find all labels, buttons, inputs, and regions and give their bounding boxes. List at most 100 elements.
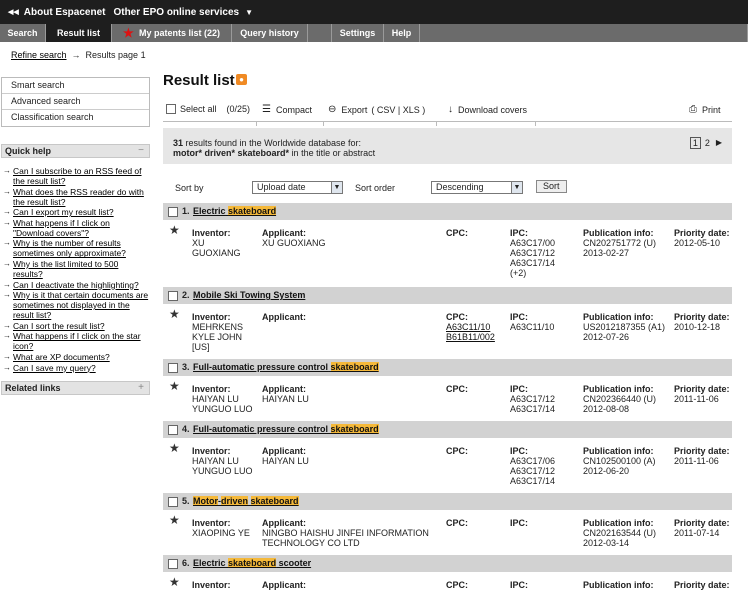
help-link[interactable]: Can I export my result list? (13, 207, 114, 217)
result-title[interactable]: Motor - driven skateboard (193, 496, 299, 506)
other-services-menu[interactable]: Other EPO online services ▼ (113, 7, 253, 18)
cpc-value[interactable]: A63C11/10 (446, 322, 495, 332)
result-title-part[interactable]: Electric (193, 206, 226, 216)
result-title-part[interactable]: skateboard (330, 424, 379, 434)
select-all-label: Select all (180, 104, 217, 114)
advanced-search-link[interactable]: Advanced search (2, 94, 149, 110)
pub-label: Publication info: (583, 228, 654, 238)
tab-result-list[interactable]: Result list (46, 24, 112, 42)
star-icon[interactable]: ★ (169, 308, 180, 320)
inventor-label: Inventor: (192, 580, 231, 590)
result-title[interactable]: Full-automatic pressure control skateboa… (193, 424, 379, 434)
sort-order-select[interactable]: Descending ▼ (431, 181, 523, 194)
download-covers-button[interactable]: ↓ Download covers (448, 104, 527, 115)
result-title-part[interactable]: Mobile Ski Towing System (193, 290, 305, 300)
pagination: 1 2 ▶ (689, 137, 722, 149)
smart-search-link[interactable]: Smart search (2, 78, 149, 94)
result-title-part[interactable]: Full-automatic pressure control (193, 362, 328, 372)
tab-query-history[interactable]: Query history (232, 24, 308, 42)
help-link[interactable]: Why is the list limited to 500 results? (13, 259, 118, 279)
tab-settings[interactable]: Settings (332, 24, 384, 42)
help-item: → Can I deactivate the highlighting? (3, 280, 149, 290)
result-number: 6. (182, 558, 190, 568)
result-checkbox[interactable] (168, 291, 178, 301)
cpc-label: CPC: (446, 446, 468, 456)
help-link[interactable]: Can I subscribe to an RSS feed of the re… (13, 166, 142, 186)
page-link[interactable]: 2 (705, 138, 710, 148)
help-link[interactable]: Can I save my query? (13, 363, 96, 373)
applicant-label: Applicant: (262, 518, 306, 528)
rss-icon[interactable]: ● (236, 74, 247, 85)
tab-search[interactable]: Search (0, 24, 46, 42)
applicant-label: Applicant: (262, 312, 306, 322)
result-checkbox[interactable] (168, 363, 178, 373)
ipc-label: IPC: (510, 446, 528, 456)
query-suffix: in the title or abstract (291, 148, 376, 158)
result-title-part[interactable]: skateboard (250, 496, 299, 506)
result-title-part[interactable]: Electric (193, 558, 226, 568)
expand-icon[interactable]: + (138, 382, 144, 394)
result-title-part[interactable]: Full-automatic pressure control (193, 424, 328, 434)
result-title[interactable]: Mobile Ski Towing System (193, 290, 305, 300)
result-title[interactable]: Full-automatic pressure control skateboa… (193, 362, 379, 372)
result-checkbox[interactable] (168, 497, 178, 507)
select-all-checkbox[interactable] (166, 104, 176, 114)
sort-by-label: Sort by (175, 183, 204, 193)
star-icon: ★ (123, 26, 134, 40)
select-all-control[interactable]: Select all (0/25) (166, 104, 250, 114)
result-title[interactable]: Electric skateboard scooter (193, 558, 311, 568)
result-title-part[interactable]: skateboard (330, 362, 379, 372)
star-icon[interactable]: ★ (169, 514, 180, 526)
quick-help-header[interactable]: Quick help − (1, 144, 150, 158)
star-icon[interactable]: ★ (169, 442, 180, 454)
result-title-part[interactable]: skateboard (228, 558, 277, 568)
print-button[interactable]: ⎙ Print (689, 104, 721, 115)
export-button[interactable]: ⊖ Export ( CSV | XLS ) (328, 104, 425, 115)
result-number: 4. (182, 424, 190, 434)
result-checkbox[interactable] (168, 207, 178, 217)
export-formats[interactable]: ( CSV | XLS ) (371, 105, 425, 115)
result-title-part[interactable]: skateboard (228, 206, 277, 216)
tab-help[interactable]: Help (384, 24, 420, 42)
applicant-label: Applicant: (262, 228, 306, 238)
classification-search-link[interactable]: Classification search (2, 110, 149, 126)
compact-view-button[interactable]: ☰ Compact (262, 104, 312, 115)
help-link[interactable]: What happens if I click on the star icon… (13, 331, 141, 351)
tab-my-patents[interactable]: ★ My patents list (22) (112, 24, 232, 42)
sort-button[interactable]: Sort (536, 180, 567, 193)
refine-search-link[interactable]: Refine search (11, 50, 67, 60)
help-link[interactable]: What does the RSS reader do with the res… (13, 187, 144, 207)
inventor-value: XU (192, 238, 205, 248)
star-icon[interactable]: ★ (169, 576, 180, 588)
about-espacenet-link[interactable]: ◀◀ About Espacenet (8, 7, 105, 18)
related-links-header[interactable]: Related links + (1, 381, 150, 395)
cpc-value[interactable]: B61B11/002 (446, 332, 495, 342)
result-checkbox[interactable] (168, 425, 178, 435)
help-link[interactable]: Why is the number of results sometimes o… (13, 238, 126, 258)
results-summary: 31 results found in the Worldwide databa… (163, 128, 732, 164)
result-title-part[interactable]: driven (221, 496, 249, 506)
inventor-value: KYLE JOHN (192, 332, 243, 342)
next-page-icon[interactable]: ▶ (716, 138, 722, 148)
star-icon[interactable]: ★ (169, 224, 180, 236)
help-link[interactable]: What happens if I click on "Download cov… (13, 218, 110, 238)
inventor-label: Inventor: (192, 446, 231, 456)
help-link[interactable]: Can I deactivate the highlighting? (13, 280, 139, 290)
collapse-icon[interactable]: − (138, 145, 144, 157)
star-icon[interactable]: ★ (169, 380, 180, 392)
priority-value: 2011-11-06 (674, 456, 719, 466)
result-title[interactable]: Electric skateboard (193, 206, 277, 216)
result-checkbox[interactable] (168, 559, 178, 569)
result-title-part[interactable]: Motor (193, 496, 218, 506)
result-details: ★ Inventor: HAIYAN LU YUNGUO LUO Applicant: H… (163, 376, 732, 421)
toolbar-separator (535, 121, 536, 126)
help-link[interactable]: Why is it that certain documents are som… (13, 290, 148, 320)
help-link[interactable]: What are XP documents? (13, 352, 110, 362)
cpc-column: CPC: A63C11/10 B61B11/002 (446, 312, 495, 342)
sort-by-select[interactable]: Upload date ▼ (252, 181, 343, 194)
cpc-label: CPC: (446, 312, 468, 322)
inventor-value: [US] (192, 342, 210, 352)
cpc-label: CPC: (446, 580, 468, 590)
help-link[interactable]: Can I sort the result list? (13, 321, 105, 331)
result-title-part[interactable]: scooter (276, 558, 312, 568)
